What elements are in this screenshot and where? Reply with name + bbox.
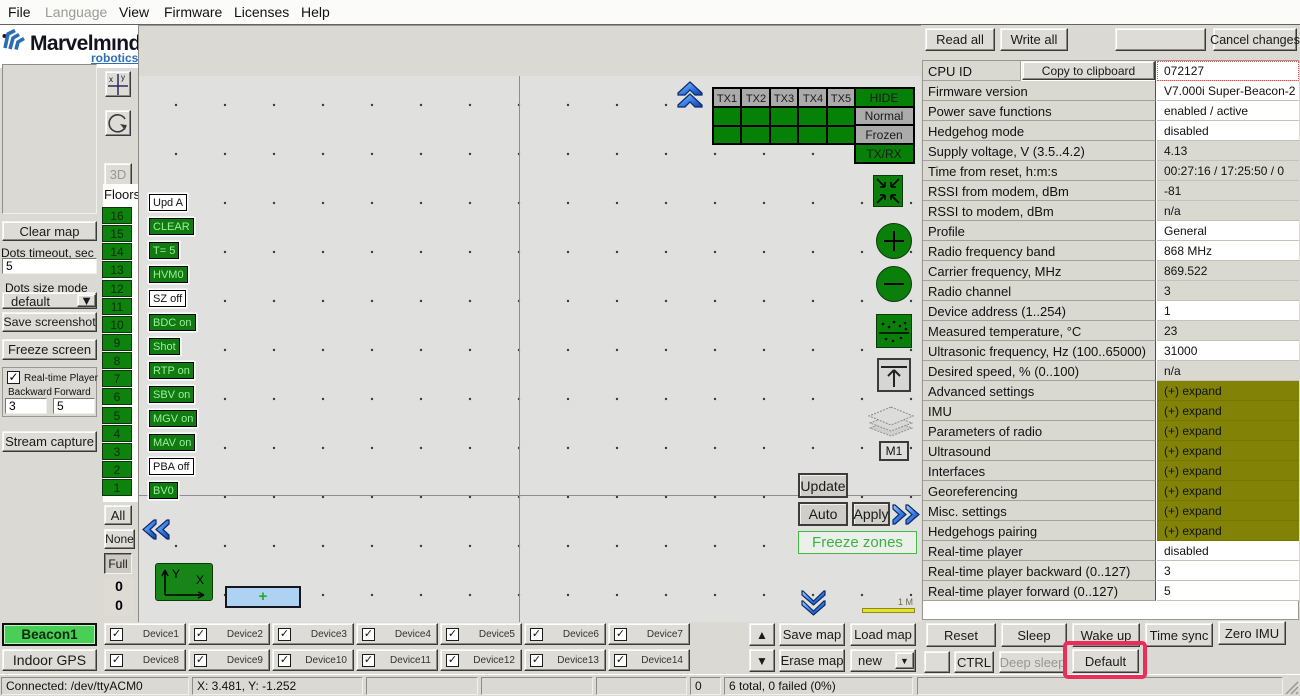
svg-text:TX3: TX3: [774, 93, 794, 105]
svg-text:X: X: [196, 573, 204, 587]
svg-text:x: x: [109, 75, 113, 84]
svg-text:Normal: Normal: [865, 109, 904, 123]
svg-text:TX/RX: TX/RX: [866, 147, 901, 161]
svg-text:y: y: [121, 73, 125, 82]
svg-text:TX5: TX5: [831, 93, 851, 105]
svg-text:Frozen: Frozen: [865, 128, 902, 142]
svg-text:TX2: TX2: [746, 93, 766, 105]
svg-text:TX1: TX1: [717, 93, 737, 105]
svg-text:TX4: TX4: [803, 93, 823, 105]
svg-text:HIDE: HIDE: [870, 91, 899, 105]
svg-text:Y: Y: [172, 567, 180, 581]
